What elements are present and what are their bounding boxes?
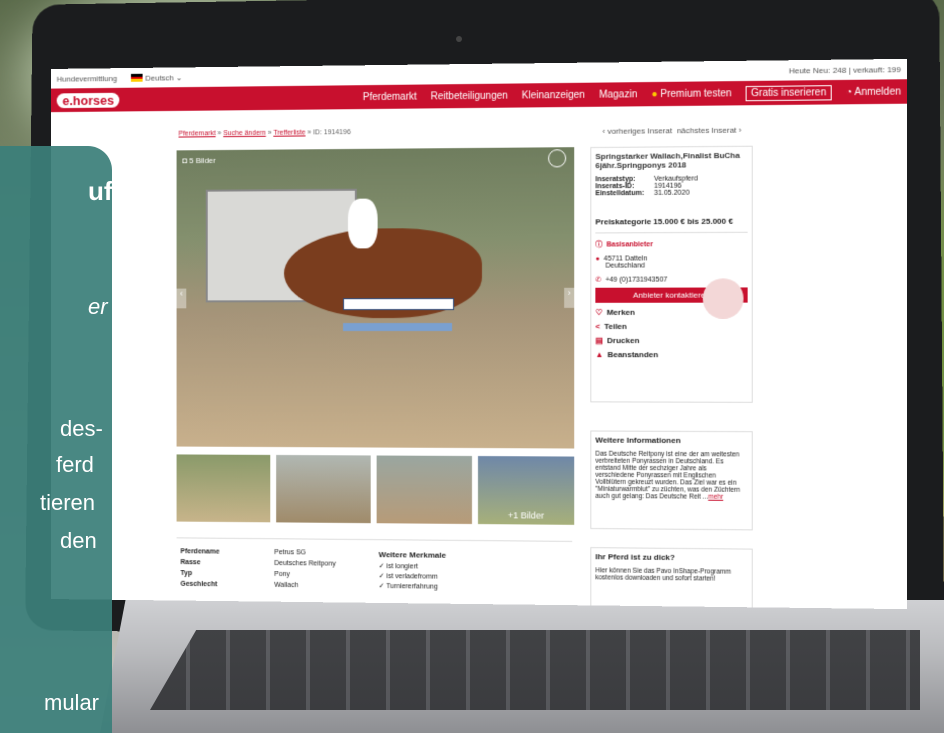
phone-icon: ✆	[595, 276, 602, 284]
more-photos-label: +1 Bilder	[508, 510, 544, 521]
main-photo[interactable]: ◘ 5 Bilder ‹ ›	[176, 147, 575, 449]
german-flag-icon	[130, 74, 143, 83]
seller-type: ⓘ Basisanbieter	[595, 241, 653, 249]
next-link[interactable]: nächstes Inserat	[677, 126, 737, 136]
login-link[interactable]: ◔ Anmelden	[846, 86, 901, 98]
info-box: Weitere Informationen Das Deutsche Reitp…	[590, 430, 753, 531]
hundevermittlung-link[interactable]: Hundevermittlung	[57, 74, 117, 84]
merkmal-item: ✓ Turniererfahrung	[378, 582, 438, 591]
beanstanden-button[interactable]: ▲ Beanstanden	[595, 350, 747, 359]
merkmale: Weitere Merkmale ✓ ist longiert ✓ ist ve…	[379, 550, 446, 593]
country: Deutschland	[605, 262, 645, 270]
listing-title: Springstarker Wallach,Finalist BuCha 6jä…	[595, 150, 740, 171]
detail-label: Rasse	[180, 559, 201, 567]
detail-label: Geschlecht	[180, 580, 218, 589]
breadcrumb: Pferdemarkt » Suche ändern » Trefferlist…	[178, 129, 351, 138]
screen: Hundevermittlung Deutsch ⌄ Heute Neu: 24…	[50, 58, 908, 610]
promo-box: Ihr Pferd ist zu dick? Hier können Sie d…	[590, 547, 753, 610]
promo-text: Hier können Sie das Pavo InShape-Program…	[595, 567, 731, 583]
drucken-button[interactable]: ▤ Drucken	[595, 336, 747, 345]
language-select[interactable]: Deutsch ⌄	[130, 73, 182, 83]
crumb-trefferliste[interactable]: Trefferliste	[273, 129, 305, 136]
check-icon: ✓	[378, 573, 385, 581]
jump-bar-2	[343, 323, 453, 332]
detail-label: Pferdename	[180, 548, 220, 556]
thumbnail[interactable]	[276, 454, 371, 524]
check-icon: ✓	[378, 563, 385, 571]
overlay-text: den	[60, 528, 97, 553]
photo-count: ◘ 5 Bilder	[182, 156, 216, 166]
detail-value: Deutsches Reitpony	[274, 560, 336, 568]
teilen-button[interactable]: < Teilen	[595, 322, 747, 331]
thumbnail-more[interactable]: +1 Bilder	[477, 456, 575, 525]
rider	[347, 198, 378, 249]
listing-sidebar: Springstarker Wallach,Finalist BuCha 6jä…	[590, 145, 753, 403]
avatar	[702, 278, 744, 319]
merkmal-item: ✓ ist longiert	[378, 563, 418, 571]
overlay-text: des-	[60, 416, 103, 441]
horse-details: Pferdename Rasse Typ Geschlecht Petrus S…	[176, 537, 573, 610]
detail-label: Typ	[180, 569, 193, 578]
detail-value: Pony	[274, 570, 290, 579]
date-label: Einstelldatum:	[595, 189, 645, 198]
overlay-text: er	[88, 294, 108, 319]
merkmale-title: Weitere Merkmale	[378, 550, 446, 560]
share-icon: <	[595, 321, 601, 331]
thumbnail-strip: +1 Bilder	[176, 454, 575, 525]
user-icon: ◔	[845, 86, 853, 98]
detail-value: Petrus SG	[274, 549, 306, 557]
laptop-keyboard	[150, 630, 920, 710]
location-icon: ●	[595, 255, 600, 263]
nav-kleinanzeigen[interactable]: Kleinanzeigen	[522, 89, 585, 101]
next-photo-arrow-icon[interactable]: ›	[564, 287, 575, 308]
check-icon: ✓	[378, 582, 385, 591]
detail-value: Wallach	[274, 581, 299, 590]
prev-next-nav: ‹ vorheriges Inserat nächstes Inserat ›	[602, 125, 742, 136]
laptop-camera	[456, 36, 462, 42]
overlay-text: uf	[88, 176, 113, 206]
promo-title: Ihr Pferd ist zu dick?	[595, 552, 675, 563]
price-category: Preiskategorie 15.000 € bis 25.000 €	[595, 216, 748, 234]
crumb-id: ID: 1914196	[313, 129, 351, 137]
overlay-text: tieren	[40, 490, 96, 515]
prev-link[interactable]: vorheriges Inserat	[607, 126, 672, 136]
nav-reitbeteiligungen[interactable]: Reitbeteiligungen	[431, 90, 508, 102]
warning-icon: ▲	[595, 350, 604, 360]
logo[interactable]: e.horses	[56, 92, 120, 108]
crumb-suche[interactable]: Suche ändern	[223, 130, 266, 137]
info-icon: ⓘ	[595, 241, 603, 249]
info-title: Weitere Informationen	[595, 435, 681, 446]
print-icon: ▤	[595, 336, 603, 346]
stats-text: Heute Neu: 248 | verkauft: 199	[788, 64, 901, 75]
date-value: 31.05.2020	[654, 189, 690, 197]
overlay-text: ferd	[56, 452, 94, 477]
heart-icon: ♡	[595, 307, 603, 317]
gratis-inserieren-button[interactable]: Gratis inserieren	[745, 84, 832, 101]
nav-magazin[interactable]: Magazin	[599, 89, 637, 100]
nav-pferdemarkt[interactable]: Pferdemarkt	[363, 91, 417, 103]
crumb-pferdemarkt[interactable]: Pferdemarkt	[179, 130, 216, 137]
info-more-link[interactable]: mehr	[708, 494, 723, 501]
thumbnail[interactable]	[376, 455, 472, 525]
jump-bar	[343, 298, 455, 311]
favorite-heart-icon[interactable]	[548, 149, 567, 168]
premium-link[interactable]: ● Premium testen	[651, 88, 731, 100]
prev-photo-arrow-icon[interactable]: ‹	[176, 288, 187, 309]
overlay-text: mular	[44, 690, 100, 715]
thumbnail[interactable]	[176, 454, 271, 523]
premium-icon: ●	[651, 88, 658, 100]
